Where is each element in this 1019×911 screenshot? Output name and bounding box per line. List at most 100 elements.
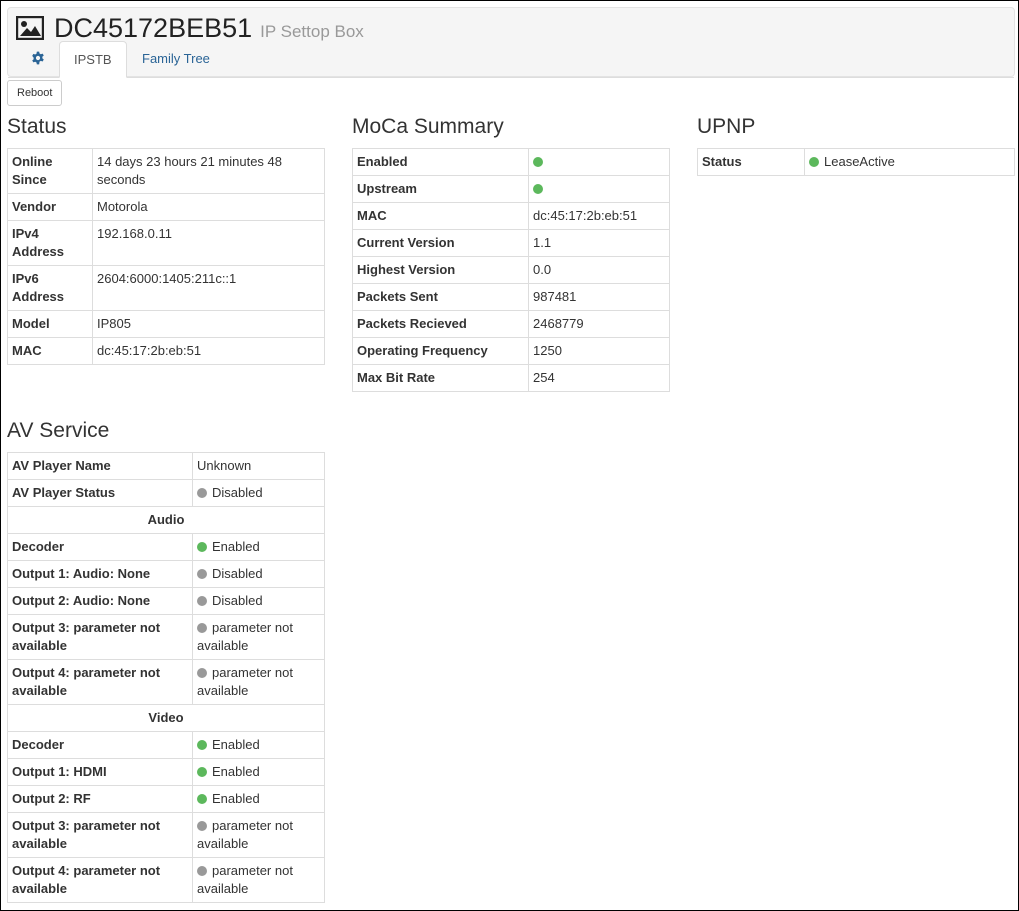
gear-icon xyxy=(32,51,44,65)
audio-section-heading: Audio xyxy=(7,506,325,534)
status-indicator-icon xyxy=(197,821,207,831)
row-value: Motorola xyxy=(92,193,325,221)
status-indicator-icon xyxy=(197,569,207,579)
status-indicator-icon xyxy=(197,488,207,498)
table-row: Output 4: parameter not available paramet… xyxy=(7,659,325,705)
table-row: Output 2: Audio: None Disabled xyxy=(7,587,325,615)
table-row: Highest Version 0.0 xyxy=(352,256,670,284)
row-key: Output 4: parameter not available xyxy=(7,857,193,903)
row-value-text: Enabled xyxy=(212,791,260,806)
row-value: parameter not available xyxy=(192,857,325,903)
title-row: DC45172BEB51 IP Settop Box xyxy=(16,13,364,43)
table-row: Enabled xyxy=(352,148,670,176)
row-value-text: Enabled xyxy=(212,539,260,554)
row-value-text: parameter not available xyxy=(197,818,293,851)
table-row: Output 1: Audio: None Disabled xyxy=(7,560,325,588)
table-row: Decoder Enabled xyxy=(7,731,325,759)
table-row: Decoder Enabled xyxy=(7,533,325,561)
table-row: MAC dc:45:17:2b:eb:51 xyxy=(7,337,325,365)
moca-heading: MoCa Summary xyxy=(352,115,504,138)
row-value-text: Disabled xyxy=(212,566,263,581)
row-value: 987481 xyxy=(528,283,670,311)
row-value: parameter not available xyxy=(192,659,325,705)
reboot-button[interactable]: Reboot xyxy=(7,80,63,106)
row-key: Output 3: parameter not available xyxy=(7,812,193,858)
row-value-text: LeaseActive xyxy=(824,154,895,169)
row-value: Enabled xyxy=(192,533,325,561)
table-row: AV Player Name Unknown xyxy=(7,452,325,480)
table-row: Packets Sent 987481 xyxy=(352,283,670,311)
status-indicator-icon xyxy=(197,623,207,633)
status-indicator-icon xyxy=(197,740,207,750)
status-heading: Status xyxy=(7,115,67,138)
table-row: Output 2: RF Enabled xyxy=(7,785,325,813)
image-icon xyxy=(16,16,44,40)
page-title: DC45172BEB51 xyxy=(54,13,253,43)
row-key: Output 2: Audio: None xyxy=(7,587,193,615)
row-value-text: Disabled xyxy=(212,485,263,500)
tab-bar: IPSTB Family Tree xyxy=(8,41,1014,78)
av-heading: AV Service xyxy=(7,419,110,442)
table-row: Current Version 1.1 xyxy=(352,229,670,257)
status-indicator-icon xyxy=(197,794,207,804)
status-indicator-icon xyxy=(533,157,543,167)
row-key: IPv4 Address xyxy=(7,220,93,266)
page-subtitle: IP Settop Box xyxy=(260,22,364,41)
status-indicator-icon xyxy=(197,668,207,678)
row-key: MAC xyxy=(7,337,93,365)
row-key: Output 2: RF xyxy=(7,785,193,813)
row-value-text: Disabled xyxy=(212,593,263,608)
upnp-heading: UPNP xyxy=(697,115,756,138)
status-indicator-icon xyxy=(197,596,207,606)
status-indicator-icon xyxy=(533,184,543,194)
row-value: IP805 xyxy=(92,310,325,338)
row-value-text: Enabled xyxy=(212,737,260,752)
row-key: Highest Version xyxy=(352,256,529,284)
row-value: Enabled xyxy=(192,731,325,759)
tab-family-tree[interactable]: Family Tree xyxy=(128,41,224,77)
row-key: Decoder xyxy=(7,731,193,759)
row-key: Packets Sent xyxy=(352,283,529,311)
row-value: 14 days 23 hours 21 minutes 48 seconds xyxy=(92,148,325,194)
table-row: AV Player Status Disabled xyxy=(7,479,325,507)
table-row: Operating Frequency 1250 xyxy=(352,337,670,365)
row-value-text: parameter not available xyxy=(197,863,293,896)
table-row: IPv4 Address 192.168.0.11 xyxy=(7,220,325,266)
row-value: 2604:6000:1405:211c::1 xyxy=(92,265,325,311)
table-row: Max Bit Rate 254 xyxy=(352,364,670,392)
row-key: Model xyxy=(7,310,93,338)
moca-table: Enabled Upstream MAC dc:45:17:2b:eb:51 Cu… xyxy=(352,148,670,392)
row-value: 2468779 xyxy=(528,310,670,338)
row-value: Enabled xyxy=(192,758,325,786)
row-key: IPv6 Address xyxy=(7,265,93,311)
table-row: Packets Recieved 2468779 xyxy=(352,310,670,338)
row-value-text: parameter not available xyxy=(197,620,293,653)
row-key: AV Player Name xyxy=(7,452,193,480)
row-value: Unknown xyxy=(192,452,325,480)
row-key: Output 1: Audio: None xyxy=(7,560,193,588)
row-key: Decoder xyxy=(7,533,193,561)
row-key: AV Player Status xyxy=(7,479,193,507)
row-value: 254 xyxy=(528,364,670,392)
table-row: Model IP805 xyxy=(7,310,325,338)
row-key: Output 3: parameter not available xyxy=(7,614,193,660)
row-value: Disabled xyxy=(192,587,325,615)
row-value: 1250 xyxy=(528,337,670,365)
row-value: 1.1 xyxy=(528,229,670,257)
tab-ipstb[interactable]: IPSTB xyxy=(59,41,127,78)
row-key: Operating Frequency xyxy=(352,337,529,365)
section-row: Audio xyxy=(7,506,325,534)
tab-settings[interactable] xyxy=(18,41,58,77)
row-value-text: Enabled xyxy=(212,764,260,779)
table-row: Upstream xyxy=(352,175,670,203)
table-row: Output 3: parameter not available paramet… xyxy=(7,812,325,858)
row-key: Current Version xyxy=(352,229,529,257)
table-row: Vendor Motorola xyxy=(7,193,325,221)
row-value: Disabled xyxy=(192,560,325,588)
table-row: Output 3: parameter not available paramet… xyxy=(7,614,325,660)
table-row: MAC dc:45:17:2b:eb:51 xyxy=(352,202,670,230)
row-value: parameter not available xyxy=(192,614,325,660)
row-key: MAC xyxy=(352,202,529,230)
status-indicator-icon xyxy=(809,157,819,167)
row-key: Enabled xyxy=(352,148,529,176)
